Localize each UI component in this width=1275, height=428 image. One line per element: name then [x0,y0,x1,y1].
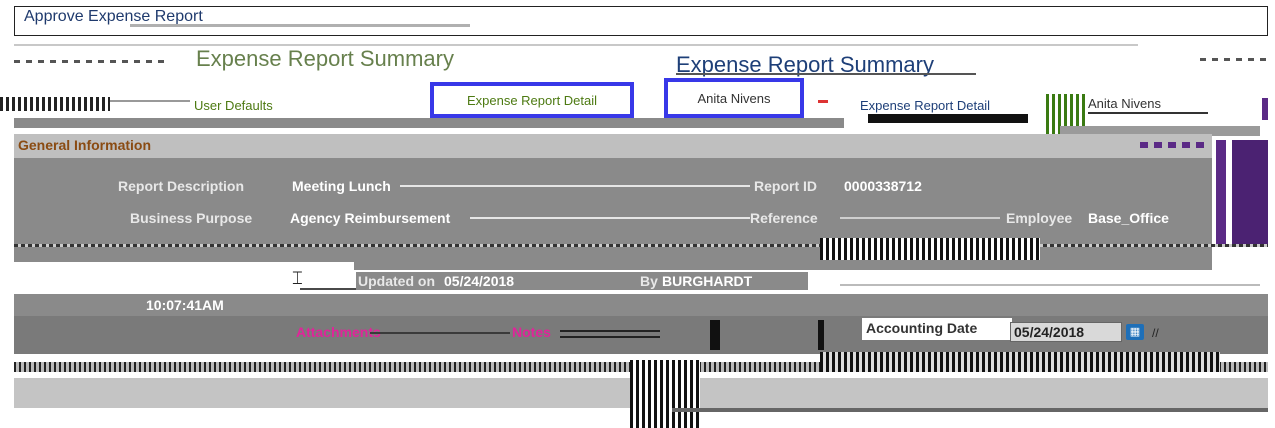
attachments-link[interactable]: Attachments [296,324,381,340]
summary-underline [676,73,976,75]
divider-bar-1 [710,320,720,350]
section-controls [1140,142,1210,148]
general-info-title: General Information [18,137,152,153]
tab-underline [868,114,1028,123]
report-description-label: Report Description [118,178,245,194]
nav-shadow-band [14,118,844,128]
row1-rule [400,185,750,187]
employee-selector-button[interactable]: Anita Nivens [664,78,804,118]
employee-selector-label: Anita Nivens [697,90,771,106]
title-underline [130,24,470,27]
updated-value: 05/24/2018 [444,273,515,289]
business-purpose-label: Business Purpose [130,210,253,226]
nav-separator [818,100,828,103]
by-label: By [640,273,658,289]
right-edge-marker [1262,98,1268,120]
employee-tab-underline [1088,112,1208,114]
business-purpose-value: Agency Reimbursement [290,210,451,226]
accounting-date-value: 05/24/2018 [1014,324,1085,340]
lower-pattern-block [820,352,1220,372]
accounting-date-label: Accounting Date [866,320,978,336]
bottom-rule [672,408,1268,412]
expense-report-detail-label: Expense Report Detail [466,92,598,108]
nav-rule [110,100,190,102]
employee-value: Base_Office [1088,210,1169,226]
report-id-label: Report ID [754,178,817,194]
header-rule [14,44,1138,46]
reference-field[interactable] [840,217,1000,219]
attachments-rule [370,332,510,334]
user-defaults-link[interactable]: User Defaults [194,98,273,113]
general-info-header [14,134,1212,158]
by-value: BURGHARDT [662,273,753,289]
status-dotted-line [14,244,1268,247]
left-section-title: Expense Report Summary [196,46,454,71]
text-cursor-icon: ⌶ [292,268,303,288]
employee-label: Employee [1006,210,1073,226]
scrollbar-track[interactable] [1216,140,1226,246]
calendar-icon[interactable]: ▦ [1126,324,1144,340]
left-nav-pattern [0,97,110,111]
report-id-value: 0000338712 [844,178,922,194]
right-dashed-rule [1200,58,1268,61]
updated-label: Updated on [358,273,435,289]
scrollbar-thumb[interactable] [1232,140,1268,246]
notes-link[interactable]: Notes [512,324,551,340]
expense-report-detail-tab[interactable]: Expense Report Detail [860,98,990,113]
date-extra-mark: // [1152,326,1159,340]
report-description-value: Meeting Lunch [292,178,391,194]
updated-time-value: 10:07:41AM [146,297,224,313]
notes-rule-top [560,330,660,332]
bottom-barcode [630,360,700,428]
notes-rule-bottom [560,336,660,338]
cursor-rule [300,288,360,290]
employee-tab[interactable]: Anita Nivens [1088,96,1161,111]
updated-right-rule [840,284,1260,286]
status-barcode-block [820,238,1040,260]
expense-report-detail-button[interactable]: Expense Report Detail [430,82,634,118]
row2-rule [470,217,750,219]
divider-bar-2 [818,320,824,350]
reference-label: Reference [750,210,818,226]
left-dashed-rule [14,60,164,63]
updated-left-blank [14,262,354,288]
